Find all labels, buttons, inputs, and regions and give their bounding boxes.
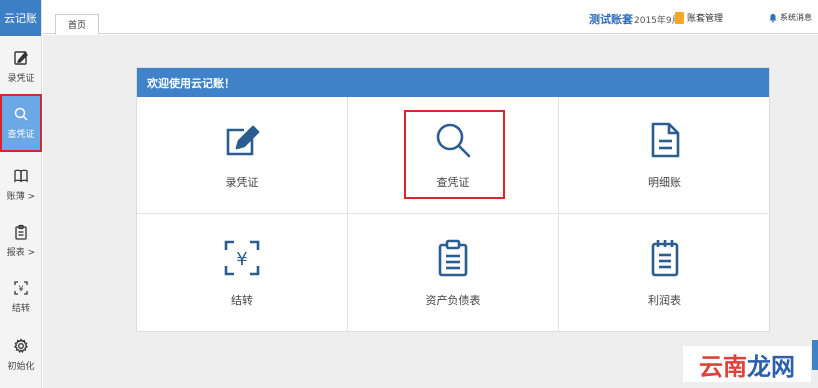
book-management-icon xyxy=(675,11,684,24)
system-messages-label: 系统消息 xyxy=(780,13,812,22)
sidebar-item-label: 结转 xyxy=(11,304,30,314)
edit-icon xyxy=(14,51,28,65)
yen-transfer-icon: ¥ xyxy=(14,281,28,295)
sidebar-item-label: 报表 > xyxy=(6,248,36,258)
sidebar-item-label: 初始化 xyxy=(7,362,35,372)
panel-title: 欢迎使用云记账！ xyxy=(137,68,769,97)
shortcut-label: 查凭证 xyxy=(436,176,470,189)
clipboard-icon xyxy=(15,224,27,240)
watermark-part2: 龙网 xyxy=(747,352,795,381)
search-icon xyxy=(436,123,471,158)
book-icon xyxy=(14,169,28,183)
svg-text:¥: ¥ xyxy=(236,249,247,270)
shortcut-label: 利润表 xyxy=(648,293,681,307)
gear-icon xyxy=(13,338,29,354)
system-messages-link[interactable]: 系统消息 xyxy=(768,12,812,23)
sidebar-item-query-voucher[interactable]: 查凭证 xyxy=(0,94,42,152)
bell-icon xyxy=(769,13,777,22)
edge-tab xyxy=(812,340,818,370)
app-logo[interactable]: 云记账 xyxy=(0,0,41,36)
sidebar-item-transfer[interactable]: ¥ 结转 xyxy=(0,270,42,324)
sidebar-item-label: 查凭证 xyxy=(7,130,35,140)
shortcut-label: 资产负债表 xyxy=(425,293,481,307)
top-bar: 首页 测试账套 2015年9月 账套管理 系统消息 xyxy=(43,0,818,35)
book-management-link[interactable]: 账套管理 xyxy=(675,11,723,24)
shortcut-grid: 录凭证 查凭证 明细账 ¥ 结转 资产负债表 利润表 xyxy=(137,97,770,331)
sidebar: 云记账 录凭证 查凭证 账薄 > 报表 > ¥ 结转 初始化 xyxy=(0,0,42,388)
shortcut-detail-ledger[interactable]: 明细账 xyxy=(559,97,770,214)
shortcut-income-statement[interactable]: 利润表 xyxy=(559,214,770,331)
watermark: 云南 龙网 xyxy=(683,346,811,382)
welcome-panel: 欢迎使用云记账！ 录凭证 查凭证 明细账 ¥ 结转 资产负债表 利润表 xyxy=(136,67,770,332)
sidebar-item-record-voucher[interactable]: 录凭证 xyxy=(0,40,42,94)
shortcut-label: 明细账 xyxy=(648,176,681,189)
shortcut-label: 结转 xyxy=(231,293,253,307)
sidebar-item-ledger[interactable]: 账薄 > xyxy=(0,158,42,212)
clipboard-icon xyxy=(438,239,468,276)
main-content: 欢迎使用云记账！ 录凭证 查凭证 明细账 ¥ 结转 资产负债表 利润表 xyxy=(43,35,818,388)
shortcut-balance-sheet[interactable]: 资产负债表 xyxy=(348,214,559,331)
accounting-period: 2015年9月 xyxy=(634,16,681,26)
sidebar-item-label: 账薄 > xyxy=(6,192,36,202)
account-name[interactable]: 测试账套 xyxy=(589,11,633,27)
shortcut-query-voucher[interactable]: 查凭证 xyxy=(348,97,559,214)
shortcut-label: 录凭证 xyxy=(225,176,259,189)
book-management-label: 账套管理 xyxy=(687,14,724,24)
watermark-part1: 云南 xyxy=(699,352,747,381)
document-icon xyxy=(651,122,679,158)
edit-icon xyxy=(226,125,260,156)
sidebar-item-reports[interactable]: 报表 > xyxy=(0,214,42,268)
shortcut-record-voucher[interactable]: 录凭证 xyxy=(137,97,348,214)
sidebar-item-label: 录凭证 xyxy=(7,74,35,84)
yen-transfer-icon: ¥ xyxy=(224,240,260,275)
tab-home[interactable]: 首页 xyxy=(55,14,99,35)
svg-text:¥: ¥ xyxy=(18,285,23,294)
shortcut-transfer[interactable]: ¥ 结转 xyxy=(137,214,348,331)
search-icon xyxy=(14,107,28,121)
sidebar-item-initialize[interactable]: 初始化 xyxy=(0,328,42,382)
notepad-icon xyxy=(651,239,678,276)
